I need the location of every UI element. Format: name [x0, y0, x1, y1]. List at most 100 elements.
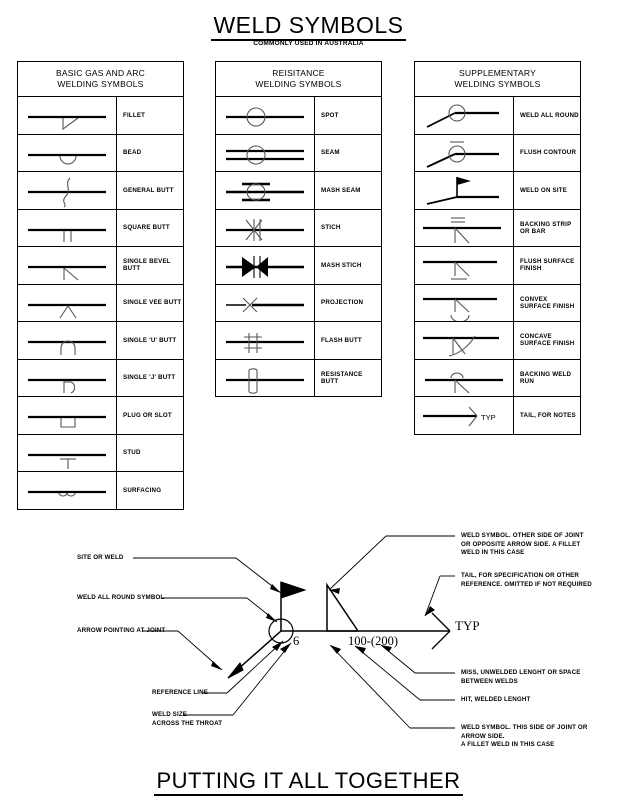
table-row: RESISTANCE BUTT	[216, 359, 381, 396]
weld-on-site-symbol	[415, 172, 514, 209]
table-row: SINGLE 'J' BUTT	[18, 359, 183, 397]
symbol-label: SINGLE 'J' BUTT	[123, 374, 176, 382]
seam-symbol	[216, 134, 315, 171]
symbol-label: MASH SEAM	[321, 186, 361, 194]
mash-stich-symbol	[216, 247, 315, 284]
symbol-label: SINGLE VEE BUTT	[123, 299, 182, 307]
table-row: BACKING STRIP OR BAR	[415, 209, 580, 247]
table-header-line1: REISITANCE	[272, 68, 325, 78]
table-row: FILLET	[18, 97, 183, 135]
miss-unwelded-length-label: MISS, UNWELDED LENGHT OR SPACE BETWEEN W…	[461, 669, 581, 685]
fillet-symbol	[18, 97, 117, 134]
symbol-label: SPOT	[321, 111, 339, 119]
table-row: FLUSH SURFACE FINISH	[415, 247, 580, 285]
single-bevel-butt-symbol	[18, 247, 117, 284]
footer-title: PUTTING IT ALL TOGETHER	[0, 768, 617, 796]
svg-text:TYP: TYP	[481, 413, 496, 422]
table-row: MASH SEAM	[216, 172, 381, 210]
surfacing-symbol	[18, 472, 117, 509]
symbol-label: PLUG OR SLOT	[123, 411, 172, 419]
single-u-butt-symbol	[18, 322, 117, 359]
flash-butt-symbol	[216, 322, 315, 359]
page-subtitle: COMMONLY USED IN AUSTRALIA	[253, 40, 364, 47]
table-row: STICH	[216, 209, 381, 247]
table-header-basic: BASIC GAS AND ARC WELDING SYMBOLS	[18, 62, 183, 97]
symbol-label: TAIL, FOR NOTES	[520, 411, 576, 419]
table-row: FLASH BUTT	[216, 322, 381, 360]
page-title-text: WELD SYMBOLS	[211, 12, 406, 41]
convex-surface-finish-symbol	[415, 284, 514, 321]
symbol-label: SINGLE BEVEL BUTT	[123, 258, 171, 273]
table-row: SURFACING	[18, 472, 183, 509]
symbol-label: STUD	[123, 449, 141, 457]
table-row: SQUARE BUTT	[18, 209, 183, 247]
table-row: SINGLE VEE BUTT	[18, 284, 183, 322]
flush-surface-finish-symbol	[415, 247, 514, 284]
table-header-line1: BASIC GAS AND ARC	[56, 68, 145, 78]
symbol-label: FLUSH SURFACE FINISH	[520, 258, 575, 273]
weld-length-value: 100-(200)	[348, 634, 398, 648]
flush-contour-symbol	[415, 134, 514, 171]
symbol-label: WELD ON SITE	[520, 186, 568, 194]
putting-it-all-together-diagram: 6 100-(200) TYP SITE OR WELD WELD ALL RO…	[0, 510, 617, 765]
table-body-basic: FILLET BEAD GENERAL BUTT SQUARE BUTT SINGLE …	[18, 97, 183, 509]
other-side-weld-symbol-label: WELD SYMBOL. OTHER SIDE OF JOINT OR OPPO…	[461, 532, 584, 556]
bead-symbol	[18, 134, 117, 171]
table-header-line1: SUPPLEMENTARY	[459, 68, 536, 78]
symbol-label: PROJECTION	[321, 299, 364, 307]
table-body-supplementary: WELD ALL ROUND FLUSH CONTOUR WELD ON SITE B…	[415, 97, 580, 434]
weld-symbols-sheet: WELD SYMBOLS COMMONLY USED IN AUSTRALIA …	[0, 0, 617, 808]
spot-symbol	[216, 97, 315, 134]
table-header-line2: WELDING SYMBOLS	[255, 79, 342, 89]
table-row: CONCAVE SURFACE FINISH	[415, 322, 580, 360]
table-header-resistance: REISITANCE WELDING SYMBOLS	[216, 62, 381, 97]
symbol-label: SEAM	[321, 149, 340, 157]
site-or-weld-label: SITE OR WELD	[77, 554, 124, 561]
backing-weld-run-symbol	[415, 359, 514, 396]
table-row: PROJECTION	[216, 284, 381, 322]
stich-symbol	[216, 209, 315, 246]
weld-all-round-label: WELD ALL ROUND SYMBOL	[77, 594, 165, 601]
table-supplementary: SUPPLEMENTARY WELDING SYMBOLS WELD ALL R…	[414, 61, 581, 435]
table-row: WELD ALL ROUND	[415, 97, 580, 135]
table-row: FLUSH CONTOUR	[415, 134, 580, 172]
projection-symbol	[216, 284, 315, 321]
symbol-label: RESISTANCE BUTT	[321, 370, 363, 385]
hit-welded-length-label: HIT, WELDED LENGHT	[461, 696, 531, 703]
symbol-label: BACKING WELD RUN	[520, 370, 572, 385]
tail-typ-text: TYP	[455, 618, 480, 633]
table-row: TYP TAIL, FOR NOTES	[415, 397, 580, 434]
page-title: WELD SYMBOLS	[0, 12, 617, 41]
table-row: SEAM	[216, 134, 381, 172]
weld-all-round-symbol	[415, 97, 514, 134]
tail-specification-label: TAIL, FOR SPECIFICATION OR OTHER REFEREN…	[461, 572, 592, 588]
table-row: STUD	[18, 434, 183, 472]
stud-symbol	[18, 434, 117, 471]
table-row: CONVEX SURFACE FINISH	[415, 284, 580, 322]
backing-strip-symbol	[415, 209, 514, 246]
symbol-label: BACKING STRIP OR BAR	[520, 220, 572, 235]
resistance-butt-symbol	[216, 359, 315, 396]
tail-for-notes-symbol: TYP	[415, 397, 514, 434]
table-row: PLUG OR SLOT	[18, 397, 183, 435]
symbol-label: BEAD	[123, 149, 142, 157]
symbol-label: STICH	[321, 224, 341, 232]
footer-title-text: PUTTING IT ALL TOGETHER	[154, 768, 463, 796]
symbol-label: FLASH BUTT	[321, 336, 362, 344]
symbol-label: GENERAL BUTT	[123, 186, 174, 194]
square-butt-symbol	[18, 209, 117, 246]
single-vee-butt-symbol	[18, 284, 117, 321]
symbol-label: WELD ALL ROUND	[520, 111, 579, 119]
table-row: MASH STICH	[216, 247, 381, 285]
symbol-label: SINGLE 'U' BUTT	[123, 336, 177, 344]
symbol-label: SQUARE BUTT	[123, 224, 170, 232]
single-j-butt-symbol	[18, 359, 117, 396]
arrow-pointing-at-joint-label: ARROW POINTING AT JOINT	[77, 627, 166, 634]
symbol-label: MASH STICH	[321, 261, 362, 269]
symbol-label: CONVEX SURFACE FINISH	[520, 295, 575, 310]
table-row: SPOT	[216, 97, 381, 135]
table-row: WELD ON SITE	[415, 172, 580, 210]
symbol-label: FILLET	[123, 111, 146, 119]
table-header-line2: WELDING SYMBOLS	[454, 79, 541, 89]
table-resistance: REISITANCE WELDING SYMBOLS SPOT SEAM MASH …	[215, 61, 382, 397]
